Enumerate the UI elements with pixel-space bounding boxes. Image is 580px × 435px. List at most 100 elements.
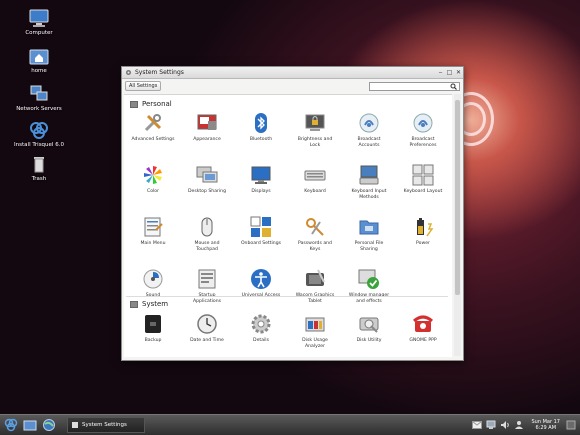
settings-item[interactable]: Disk Utility: [342, 313, 396, 357]
search-icon[interactable]: [450, 83, 457, 90]
minimize-button[interactable]: ‒: [436, 68, 445, 77]
settings-item-label: Keyboard: [289, 189, 341, 195]
mail-icon[interactable]: [472, 420, 482, 430]
maximize-button[interactable]: □: [445, 68, 454, 77]
gear-icon: [250, 313, 272, 335]
section-icon: [130, 101, 138, 108]
clock-time: 6:29 AM: [532, 425, 561, 432]
appearance-icon: [196, 112, 218, 134]
desktop-icon-trash[interactable]: Trash: [8, 154, 70, 182]
system-settings-grid: BackupDate and TimeDetailsDisk Usage Ana…: [126, 313, 450, 357]
settings-item-label: Onboard Settings: [235, 241, 287, 247]
onboard-icon: [250, 216, 272, 238]
settings-item[interactable]: Personal File Sharing: [342, 216, 396, 268]
scrollbar-thumb[interactable]: [455, 100, 460, 295]
settings-item-label: Advanced Settings: [127, 137, 179, 143]
settings-item[interactable]: Date and Time: [180, 313, 234, 357]
browser-icon: [42, 418, 56, 432]
settings-item-label: Color: [127, 189, 179, 195]
browser-launcher[interactable]: [41, 417, 57, 433]
settings-item-label: Displays: [235, 189, 287, 195]
keyboard-layout-icon: [412, 164, 434, 186]
settings-item-label: Personal File Sharing: [343, 241, 395, 252]
start-menu-button[interactable]: [3, 417, 19, 433]
settings-item-label: Broadcast Preferences: [397, 137, 449, 148]
desktop-icon-install[interactable]: Install Trisquel 6.0: [8, 120, 70, 148]
taskbar-window-button[interactable]: System Settings: [67, 417, 145, 433]
broadcast-icon: [358, 112, 380, 134]
settings-item[interactable]: Keyboard Input Methods: [342, 164, 396, 216]
main-menu-icon: [142, 216, 164, 238]
user-icon[interactable]: [514, 420, 524, 430]
settings-item-label: Date and Time: [181, 338, 233, 344]
broadcast-icon: [412, 112, 434, 134]
volume-icon[interactable]: [500, 420, 510, 430]
personal-settings-grid: Advanced SettingsAppearanceBluetoothBrig…: [126, 112, 450, 320]
clock[interactable]: Sun Mar 17 6:29 AM: [532, 419, 561, 432]
display-icon: [250, 164, 272, 186]
settings-item[interactable]: Main Menu: [126, 216, 180, 268]
settings-item[interactable]: Bluetooth: [234, 112, 288, 164]
file-manager-launcher[interactable]: [22, 417, 38, 433]
settings-item-label: Startup Applications: [181, 293, 233, 304]
desktop-icon-home[interactable]: home: [8, 46, 70, 74]
close-button[interactable]: ✕: [454, 68, 463, 77]
settings-item-label: Bluetooth: [235, 137, 287, 143]
window-title: System Settings: [135, 69, 436, 76]
color-icon: [142, 164, 164, 186]
computer-icon: [28, 8, 50, 28]
settings-item[interactable]: Desktop Sharing: [180, 164, 234, 216]
desktop-sharing-icon: [196, 164, 218, 186]
desktop-icon-label: Network Servers: [8, 106, 70, 112]
settings-item[interactable]: Color: [126, 164, 180, 216]
settings-item[interactable]: GNOME PPP: [396, 313, 450, 357]
vertical-scrollbar[interactable]: [454, 94, 461, 356]
mouse-icon: [196, 216, 218, 238]
window-app-icon: [72, 422, 78, 428]
settings-item[interactable]: Broadcast Accounts: [342, 112, 396, 164]
desktop-icon-network[interactable]: Network Servers: [8, 84, 70, 112]
settings-item[interactable]: Mouse and Touchpad: [180, 216, 234, 268]
all-settings-button[interactable]: All Settings: [125, 81, 161, 91]
taskbar-window-label: System Settings: [82, 422, 127, 428]
system-tray: Sun Mar 17 6:29 AM: [472, 419, 580, 432]
network-icon[interactable]: [486, 420, 496, 430]
window-toolbar: All Settings: [122, 79, 463, 93]
settings-item-label: Mouse and Touchpad: [181, 241, 233, 252]
settings-item-label: Disk Utility: [343, 338, 395, 344]
settings-item-label: Disk Usage Analyzer: [289, 338, 341, 349]
settings-item[interactable]: Brightness and Lock: [288, 112, 342, 164]
settings-item[interactable]: Backup: [126, 313, 180, 357]
desktop-icon-label: Install Trisquel 6.0: [8, 142, 70, 148]
system-settings-window: System Settings ‒ □ ✕ All Settings Perso…: [121, 66, 464, 361]
settings-item[interactable]: Displays: [234, 164, 288, 216]
settings-item-label: Appearance: [181, 137, 233, 143]
search-box[interactable]: [369, 82, 460, 91]
settings-item[interactable]: Disk Usage Analyzer: [288, 313, 342, 357]
trisquel-logo-icon: [28, 120, 50, 140]
settings-item[interactable]: Onboard Settings: [234, 216, 288, 268]
section-divider: [126, 296, 448, 297]
settings-item[interactable]: Keyboard: [288, 164, 342, 216]
settings-item-label: Keyboard Layout: [397, 189, 449, 195]
settings-item[interactable]: Advanced Settings: [126, 112, 180, 164]
folder-icon: [23, 419, 37, 431]
settings-item[interactable]: Power: [396, 216, 450, 268]
desktop-icon-label: Computer: [8, 30, 70, 36]
desktop-icon-computer[interactable]: Computer: [8, 8, 70, 36]
settings-item-label: GNOME PPP: [397, 338, 449, 344]
search-input[interactable]: [378, 83, 450, 90]
settings-item[interactable]: Keyboard Layout: [396, 164, 450, 216]
settings-item[interactable]: Appearance: [180, 112, 234, 164]
phone-icon: [412, 313, 434, 335]
shutdown-icon[interactable]: [566, 420, 576, 430]
settings-item[interactable]: Broadcast Preferences: [396, 112, 450, 164]
trisquel-menu-icon: [4, 418, 18, 432]
settings-item[interactable]: Details: [234, 313, 288, 357]
disk-usage-icon: [304, 313, 326, 335]
settings-item[interactable]: Passwords and Keys: [288, 216, 342, 268]
section-header-personal: Personal: [130, 100, 172, 108]
window-titlebar[interactable]: System Settings ‒ □ ✕: [122, 67, 463, 79]
accessibility-icon: [250, 268, 272, 290]
disk-utility-icon: [358, 313, 380, 335]
